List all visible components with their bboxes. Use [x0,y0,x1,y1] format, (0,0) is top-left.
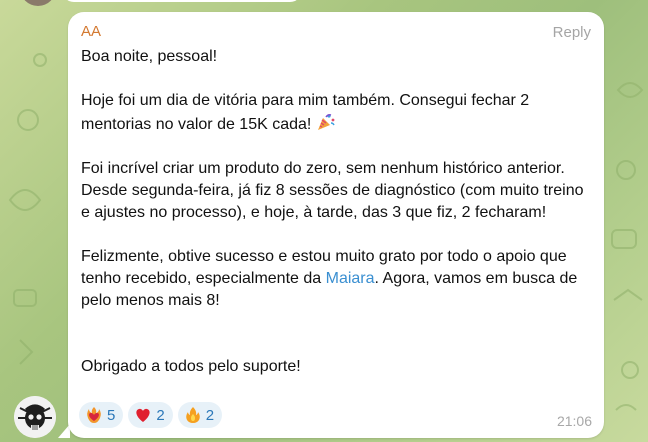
reaction-fire[interactable]: 2 [177,402,223,428]
message-text: Boa noite, pessoal! Hoje foi um dia de v… [81,46,591,400]
party-popper-icon [317,114,335,130]
sender-avatar[interactable] [14,396,56,438]
fire-icon [184,406,202,424]
reply-button[interactable]: Reply [553,24,591,41]
message-paragraph: Boa noite, pessoal! [81,48,218,65]
previous-sender-avatar[interactable] [20,0,56,6]
reaction-count: 2 [205,406,215,424]
previous-message-bubble[interactable] [62,0,302,2]
red-heart-icon [134,406,152,424]
mention-link[interactable]: Maiara [326,270,375,287]
message-bubble[interactable]: AA Reply Boa noite, pessoal! Hoje foi um… [68,12,604,438]
message-paragraph: Obrigado a todos pelo suporte! [81,358,301,375]
reactions-bar: 5 2 2 [79,402,223,428]
message-timestamp: 21:06 [556,413,592,429]
heart-on-fire-icon [85,406,103,424]
message-paragraph: Hoje foi um dia de vitória para mim tamb… [81,90,591,136]
message-paragraph: Foi incrível criar um produto do zero, s… [81,160,584,221]
reaction-count: 2 [156,406,165,424]
reaction-red-heart[interactable]: 2 [128,402,173,428]
message-paragraph-text: Hoje foi um dia de vitória para mim tamb… [81,92,530,133]
reaction-count: 5 [107,406,116,424]
reaction-heart-on-fire[interactable]: 5 [79,402,124,428]
skull-helmet-icon [14,396,56,438]
message-paragraph: Felizmente, obtive sucesso e estou muito… [81,246,591,312]
sender-name[interactable]: AA [81,23,101,40]
